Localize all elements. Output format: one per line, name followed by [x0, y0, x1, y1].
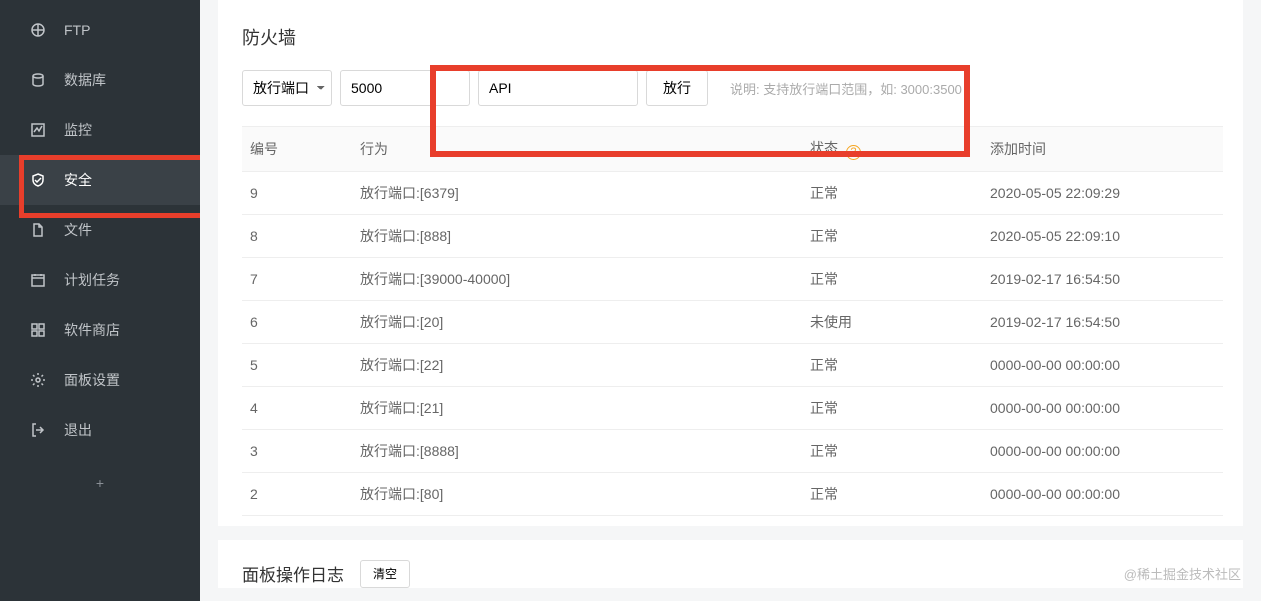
cell-status: 正常	[802, 257, 982, 300]
file-icon	[30, 222, 46, 238]
firewall-table: 编号 行为 状态 ? 添加时间 9放行端口:[6379]正常2020-05-05…	[242, 126, 1223, 516]
cell-status: 正常	[802, 214, 982, 257]
sidebar-item-cron[interactable]: 计划任务	[0, 255, 200, 305]
sidebar-item-ftp[interactable]: FTP	[0, 5, 200, 55]
sidebar-item-label: 软件商店	[64, 320, 120, 340]
cell-action: 放行端口:[22]	[352, 343, 802, 386]
database-icon	[30, 72, 46, 88]
sidebar-item-label: 数据库	[64, 70, 106, 90]
submit-button[interactable]: 放行	[646, 70, 708, 106]
calendar-icon	[30, 272, 46, 288]
cell-time: 0000-00-00 00:00:00	[982, 429, 1223, 472]
cell-action: 放行端口:[8888]	[352, 429, 802, 472]
sidebar-item-settings[interactable]: 面板设置	[0, 355, 200, 405]
cell-action: 放行端口:[888]	[352, 214, 802, 257]
cell-id: 3	[242, 429, 352, 472]
table-row[interactable]: 3放行端口:[8888]正常0000-00-00 00:00:00	[242, 429, 1223, 472]
header-status: 状态 ?	[802, 127, 982, 172]
sidebar-item-security[interactable]: 安全	[0, 155, 200, 205]
table-row[interactable]: 6放行端口:[20]未使用2019-02-17 16:54:50	[242, 300, 1223, 343]
cell-action: 放行端口:[39000-40000]	[352, 257, 802, 300]
cell-id: 2	[242, 472, 352, 515]
table-header-row: 编号 行为 状态 ? 添加时间	[242, 127, 1223, 172]
cell-id: 5	[242, 343, 352, 386]
ftp-icon	[30, 22, 46, 38]
port-action-select[interactable]: 放行端口	[242, 70, 332, 106]
sidebar-item-label: 面板设置	[64, 370, 120, 390]
cell-time: 2019-02-17 16:54:50	[982, 257, 1223, 300]
cell-id: 7	[242, 257, 352, 300]
sidebar-item-label: 安全	[64, 170, 92, 190]
form-hint: 说明: 支持放行端口范围，如: 3000:3500	[730, 79, 962, 98]
table-row[interactable]: 4放行端口:[21]正常0000-00-00 00:00:00	[242, 386, 1223, 429]
header-time: 添加时间	[982, 127, 1223, 172]
sidebar-item-label: 监控	[64, 120, 92, 140]
page-title: 防火墙	[242, 24, 1223, 50]
cell-time: 0000-00-00 00:00:00	[982, 386, 1223, 429]
table-row[interactable]: 9放行端口:[6379]正常2020-05-05 22:09:29	[242, 171, 1223, 214]
sidebar-item-monitor[interactable]: 监控	[0, 105, 200, 155]
sidebar-item-exit[interactable]: 退出	[0, 405, 200, 455]
cell-status: 正常	[802, 429, 982, 472]
table-row[interactable]: 8放行端口:[888]正常2020-05-05 22:09:10	[242, 214, 1223, 257]
cell-status: 正常	[802, 386, 982, 429]
header-action: 行为	[352, 127, 802, 172]
log-title: 面板操作日志	[242, 561, 344, 586]
firewall-form: 放行端口 放行 说明: 支持放行端口范围，如: 3000:3500	[242, 70, 1223, 106]
sidebar-item-label: 退出	[64, 420, 92, 440]
sidebar-item-store[interactable]: 软件商店	[0, 305, 200, 355]
sidebar-item-label: 文件	[64, 220, 92, 240]
cell-id: 6	[242, 300, 352, 343]
sidebar-add-button[interactable]: +	[0, 463, 200, 503]
help-icon[interactable]: ?	[846, 145, 861, 160]
sidebar-item-database[interactable]: 数据库	[0, 55, 200, 105]
cell-action: 放行端口:[20]	[352, 300, 802, 343]
cell-status: 正常	[802, 472, 982, 515]
cell-status: 正常	[802, 171, 982, 214]
cell-time: 2019-02-17 16:54:50	[982, 300, 1223, 343]
table-row[interactable]: 5放行端口:[22]正常0000-00-00 00:00:00	[242, 343, 1223, 386]
cell-id: 9	[242, 171, 352, 214]
cell-time: 2020-05-05 22:09:10	[982, 214, 1223, 257]
log-panel: 面板操作日志 清空	[218, 540, 1243, 588]
gear-icon	[30, 372, 46, 388]
sidebar-item-label: FTP	[64, 22, 90, 38]
sidebar: FTP 数据库 监控 安全 文件 计划任务 软件商店 面板设置 退出 +	[0, 0, 200, 601]
exit-icon	[30, 422, 46, 438]
cell-action: 放行端口:[80]	[352, 472, 802, 515]
cell-action: 放行端口:[21]	[352, 386, 802, 429]
name-input[interactable]	[478, 70, 638, 106]
main-content: 防火墙 放行端口 放行 说明: 支持放行端口范围，如: 3000:3500 编号…	[200, 0, 1261, 601]
shield-icon	[30, 172, 46, 188]
cell-time: 0000-00-00 00:00:00	[982, 472, 1223, 515]
monitor-icon	[30, 122, 46, 138]
cell-id: 8	[242, 214, 352, 257]
port-input[interactable]	[340, 70, 470, 106]
watermark: @稀土掘金技术社区	[1124, 564, 1241, 583]
clear-log-button[interactable]: 清空	[360, 560, 410, 588]
cell-time: 0000-00-00 00:00:00	[982, 343, 1223, 386]
table-row[interactable]: 7放行端口:[39000-40000]正常2019-02-17 16:54:50	[242, 257, 1223, 300]
sidebar-item-files[interactable]: 文件	[0, 205, 200, 255]
grid-icon	[30, 322, 46, 338]
table-row[interactable]: 2放行端口:[80]正常0000-00-00 00:00:00	[242, 472, 1223, 515]
sidebar-item-label: 计划任务	[64, 270, 120, 290]
cell-action: 放行端口:[6379]	[352, 171, 802, 214]
cell-status: 正常	[802, 343, 982, 386]
firewall-panel: 防火墙 放行端口 放行 说明: 支持放行端口范围，如: 3000:3500 编号…	[218, 0, 1243, 526]
cell-status: 未使用	[802, 300, 982, 343]
header-id: 编号	[242, 127, 352, 172]
cell-id: 4	[242, 386, 352, 429]
cell-time: 2020-05-05 22:09:29	[982, 171, 1223, 214]
